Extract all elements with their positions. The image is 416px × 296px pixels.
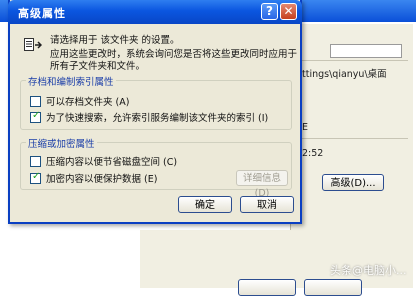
advanced-button[interactable]: 高级(D)... (322, 174, 384, 191)
cancel-button[interactable]: 取消 (240, 196, 294, 213)
checkmark-icon: ✓ (32, 171, 41, 182)
encrypt-checkbox[interactable]: ✓ (30, 171, 41, 184)
archive-checkbox[interactable] (30, 96, 41, 107)
encrypt-checkbox-label[interactable]: 加密内容以便保护数据 (E) (46, 171, 157, 185)
help-icon: ? (266, 4, 273, 18)
background-divider (300, 138, 408, 139)
dialog-title-bar[interactable]: 高级属性 ? ✕ (8, 0, 302, 24)
ok-button[interactable]: 确定 (178, 196, 232, 213)
details-button[interactable]: 详细信息 (D) (236, 170, 288, 199)
dialog-title: 高级属性 (18, 7, 66, 20)
folder-attributes-icon (24, 38, 42, 51)
close-icon: ✕ (283, 4, 294, 18)
intro-line-1: 请选择用于 该文件夹 的设置。 (50, 35, 180, 46)
close-button[interactable]: ✕ (280, 3, 297, 20)
index-checkbox-label[interactable]: 为了快速搜索，允许索引服务编制该文件夹的索引 (I) (46, 110, 268, 124)
advanced-attributes-dialog: 高级属性 ? ✕ 请选择用于 该文件夹 的设置。 应用这些更改时，系统会询问您是… (8, 0, 302, 224)
compress-checkbox[interactable] (30, 156, 41, 167)
archive-index-group-label: 存档和编制索引属性 (26, 74, 116, 88)
index-checkbox[interactable]: ✓ (30, 110, 41, 123)
background-divider (300, 60, 408, 61)
archive-checkbox-label[interactable]: 可以存档文件夹 (A) (46, 94, 129, 108)
background-name-field[interactable] (330, 44, 402, 58)
checkmark-icon: ✓ (32, 110, 41, 121)
background-path-text: ttings\qianyu\桌面 (302, 69, 387, 80)
intro-line-3: 所有子文件夹和文件。 (50, 61, 146, 72)
background-size-text: E (302, 122, 309, 133)
watermark-text: 头条@电脑小... (330, 264, 407, 277)
background-time-text: 2:52 (302, 148, 324, 159)
help-button[interactable]: ? (261, 3, 278, 20)
compress-checkbox-label[interactable]: 压缩内容以便节省磁盘空间 (C) (46, 154, 177, 168)
compress-encrypt-group-label: 压缩或加密属性 (26, 136, 97, 150)
